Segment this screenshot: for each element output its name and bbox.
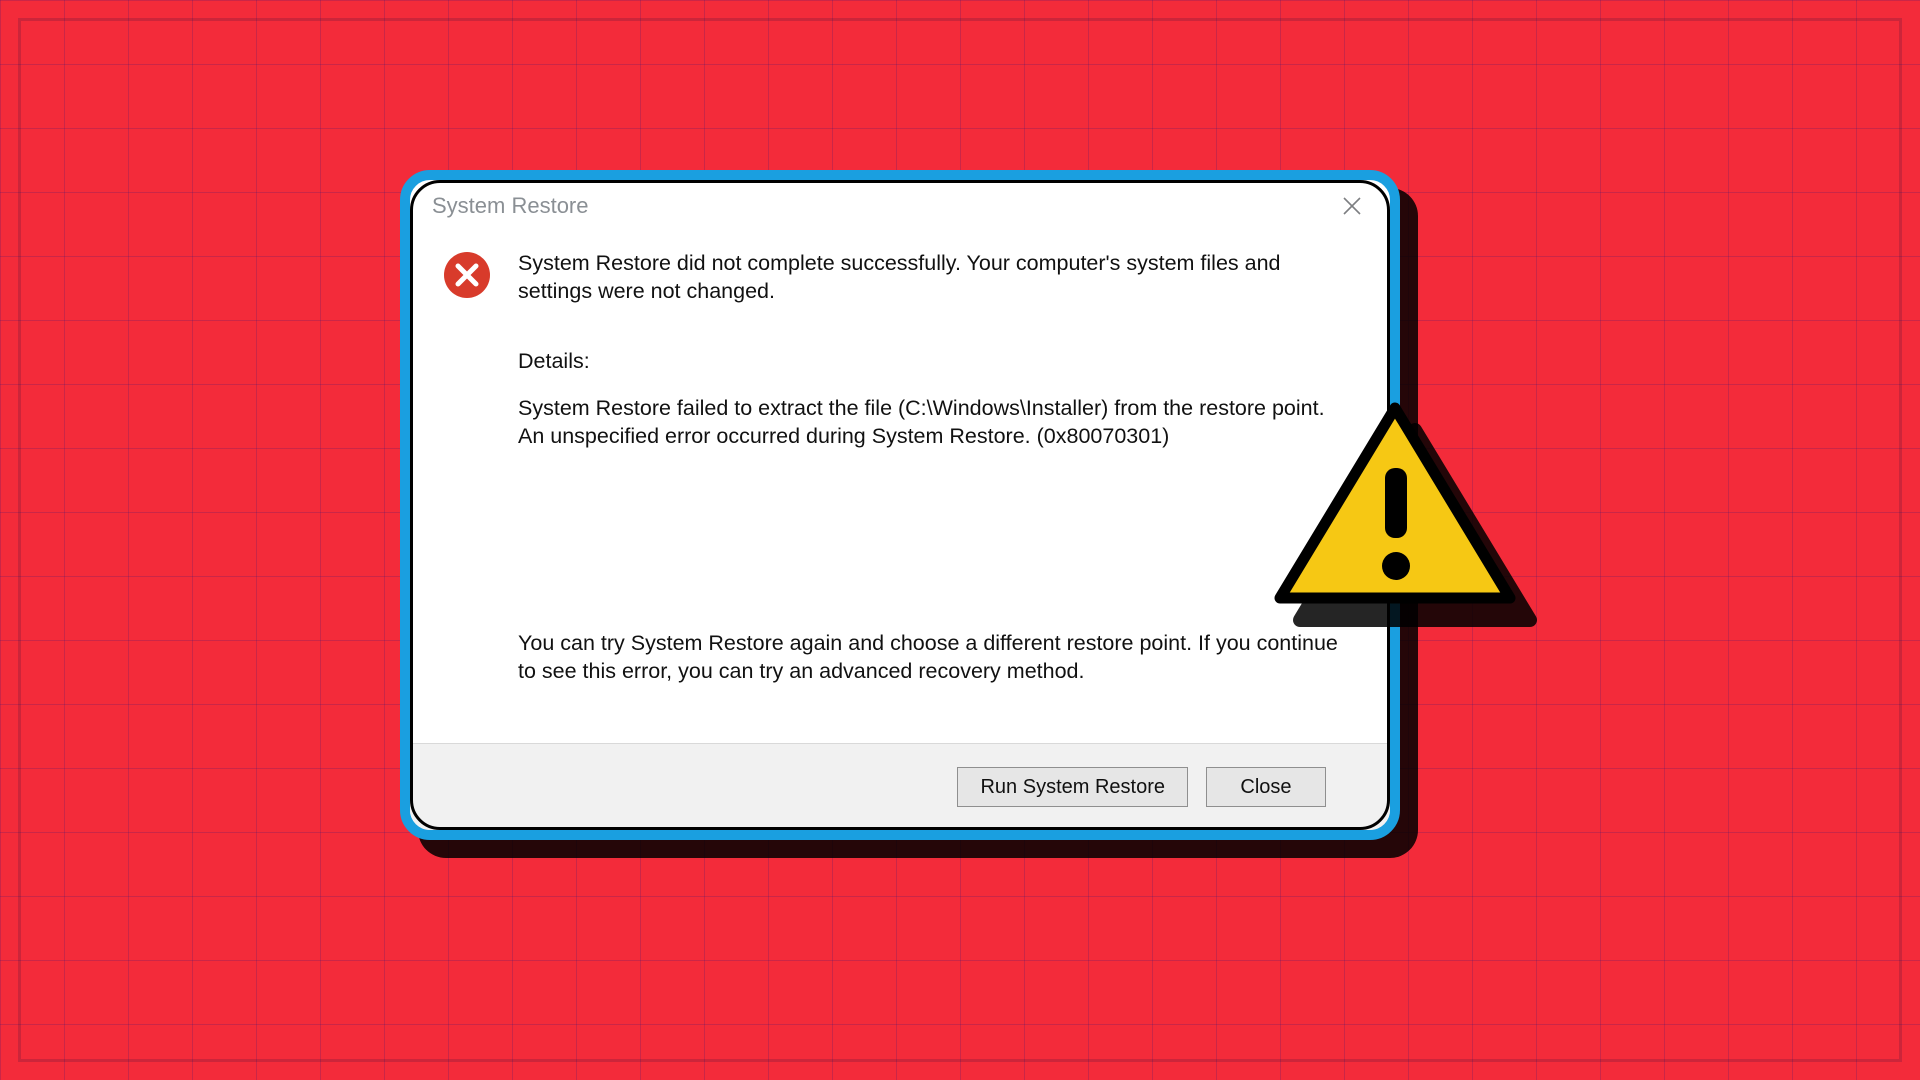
dialog-footer: Run System Restore Close <box>410 743 1390 830</box>
run-system-restore-button[interactable]: Run System Restore <box>957 767 1188 807</box>
titlebar: System Restore <box>410 180 1390 232</box>
dialog-title: System Restore <box>432 193 589 219</box>
close-icon[interactable] <box>1332 186 1372 226</box>
dialog-content: System Restore did not complete successf… <box>410 232 1390 685</box>
system-restore-dialog: System Restore System Restore did not co… <box>400 170 1400 840</box>
close-button[interactable]: Close <box>1206 767 1326 807</box>
suggestion-text: You can try System Restore again and cho… <box>518 630 1340 685</box>
error-icon <box>442 250 492 308</box>
details-label: Details: <box>518 348 1340 376</box>
warning-triangle-icon <box>1270 398 1520 618</box>
details-line-2: An unspecified error occurred during Sys… <box>518 423 1340 451</box>
details-line-1: System Restore failed to extract the fil… <box>518 395 1340 423</box>
error-message: System Restore did not complete successf… <box>518 250 1340 308</box>
